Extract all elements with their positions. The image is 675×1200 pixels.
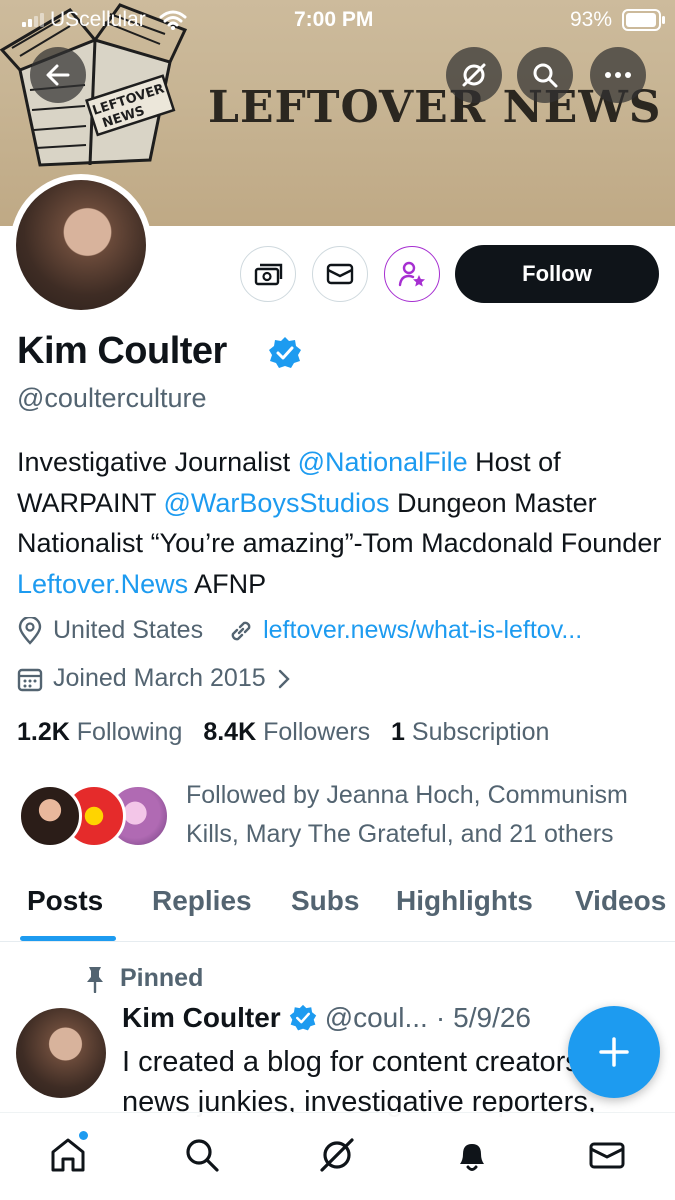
search-icon [533, 63, 558, 88]
follow-button[interactable]: Follow [455, 245, 659, 303]
followed-by-text[interactable]: Followed by Jeanna Hoch, Communism Kills… [186, 776, 666, 854]
followers-label: Followers [263, 718, 371, 746]
location-pin-icon [18, 616, 42, 645]
mention-warboysstudios[interactable]: @WarBoysStudios [164, 488, 390, 518]
location-text: United States [53, 616, 204, 644]
bottom-navigation [0, 1112, 675, 1200]
compose-post-button[interactable] [568, 1006, 660, 1098]
subscribe-button[interactable] [384, 246, 440, 302]
grok-button[interactable] [446, 47, 502, 103]
subscription-label: Subscription [411, 718, 550, 746]
subscription-count: 1 [391, 718, 405, 746]
carrier-name: UScellular [50, 8, 146, 31]
bell-icon [460, 1144, 484, 1171]
post-author-avatar[interactable] [16, 1008, 106, 1098]
pin-icon [87, 966, 103, 993]
battery-icon [622, 9, 665, 31]
pinned-label: Pinned [120, 964, 204, 992]
post-date[interactable]: 5/9/26 [453, 1002, 531, 1034]
profile-bio: Investigative Journalist @NationalFile H… [17, 442, 667, 604]
subscription-stat[interactable]: 1 Subscription [391, 718, 549, 746]
following-label: Following [76, 718, 183, 746]
mention-nationalfile[interactable]: @NationalFile [298, 447, 468, 477]
active-tab-indicator [20, 936, 116, 941]
tab-replies[interactable]: Replies [152, 885, 252, 917]
back-arrow-icon [46, 64, 70, 86]
search-button[interactable] [517, 47, 573, 103]
post-author-handle[interactable]: @coul... [325, 1002, 428, 1034]
grok-icon [462, 63, 486, 87]
clock: 7:00 PM [294, 8, 374, 31]
followed-by-avatars[interactable] [18, 784, 170, 850]
website-link[interactable]: leftover.news/what-is-leftov... [263, 616, 582, 645]
bio-text: AFNP [188, 568, 267, 599]
wifi-icon [159, 10, 187, 30]
post-author-name[interactable]: Kim Coulter [122, 1002, 281, 1034]
post-header: Kim Coulter @coul... · 5/9/26 [122, 1002, 531, 1034]
chevron-right-icon [278, 669, 290, 688]
plus-icon [599, 1037, 629, 1067]
nav-grok[interactable] [313, 1131, 361, 1179]
more-options-button[interactable] [590, 47, 646, 103]
bio-link-leftover-news[interactable]: Leftover.News [17, 569, 188, 599]
joined-date: Joined March 2015 [53, 664, 266, 692]
subscribe-person-star-icon [398, 261, 425, 287]
home-icon [51, 1138, 85, 1172]
profile-name: Kim Coulter [17, 330, 227, 372]
nav-search[interactable] [178, 1131, 226, 1179]
profile-stats: 1.2K Following 8.4K Followers 1 Subscrip… [17, 718, 549, 747]
link-icon [231, 621, 251, 640]
envelope-icon [589, 1142, 625, 1169]
message-button[interactable] [312, 246, 368, 302]
nav-notifications[interactable] [448, 1131, 496, 1179]
profile-tabs: Posts Replies Subs Highlights Videos [0, 880, 675, 942]
followers-stat[interactable]: 8.4K Followers [203, 718, 370, 746]
profile-avatar[interactable] [10, 174, 152, 316]
back-button[interactable] [30, 47, 86, 103]
profile-joined-row[interactable]: Joined March 2015 [17, 664, 292, 693]
status-bar: UScellular 7:00 PM 93% [0, 0, 675, 38]
search-icon [186, 1139, 219, 1172]
tip-button[interactable] [240, 246, 296, 302]
grok-icon [320, 1138, 354, 1172]
profile-handle: @coulterculture [17, 383, 207, 413]
money-icon [254, 263, 283, 286]
follower-avatar [18, 784, 82, 848]
verified-badge-icon [289, 1004, 316, 1031]
tab-posts[interactable]: Posts [27, 885, 103, 917]
tab-subs[interactable]: Subs [291, 885, 359, 917]
bio-text: Investigative Journalist [17, 447, 298, 477]
battery-percent: 93% [570, 8, 613, 31]
tab-highlights[interactable]: Highlights [396, 885, 533, 917]
avatar-image [16, 180, 146, 310]
verified-badge-icon[interactable] [268, 336, 302, 370]
home-notification-dot [79, 1131, 88, 1140]
cellular-signal-icon [22, 13, 44, 27]
post-separator: · [435, 1002, 446, 1033]
followers-count: 8.4K [203, 718, 257, 746]
following-count: 1.2K [17, 718, 70, 746]
pinned-label-row: Pinned [84, 964, 203, 993]
nav-messages[interactable] [583, 1131, 631, 1179]
more-dots-icon [605, 72, 631, 78]
tab-videos[interactable]: Videos [575, 885, 666, 917]
envelope-icon [326, 263, 354, 285]
following-stat[interactable]: 1.2K Following [17, 718, 182, 746]
profile-meta-location-website: United States leftover.news/what-is-left… [17, 616, 582, 645]
calendar-icon [17, 668, 43, 691]
